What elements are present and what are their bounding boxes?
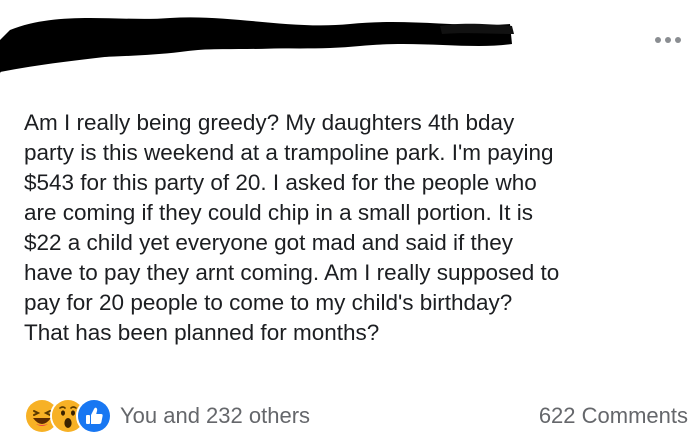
more-options-button[interactable] — [648, 28, 688, 52]
post-text-line: pay for 20 people to come to my child's … — [24, 290, 513, 315]
redacted-author-name — [0, 17, 514, 74]
post-text-line: $22 a child yet everyone got mad and sai… — [24, 230, 514, 255]
reactions-count-text: You and 232 others — [120, 403, 311, 428]
post-footer: You and 232 others 622 Comments — [0, 398, 700, 438]
comments-count-link[interactable]: 622 Comments — [539, 398, 688, 434]
more-horizontal-icon — [655, 37, 681, 43]
post-text-line: Am I really being greedy? My daughters 4… — [24, 110, 515, 135]
post-text-line: have to pay they arnt coming. Am I reall… — [24, 260, 560, 285]
like-reaction-icon — [76, 398, 112, 434]
post-header — [0, 0, 700, 90]
post-body: Am I really being greedy? My daughters 4… — [24, 108, 684, 348]
reactions-summary[interactable]: You and 232 others — [24, 398, 310, 434]
post-text-line: party is this weekend at a trampoline pa… — [24, 140, 554, 165]
facebook-post: Am I really being greedy? My daughters 4… — [0, 0, 700, 443]
post-text-line: That has been planned for months? — [24, 320, 380, 345]
post-text-line: are coming if they could chip in a small… — [24, 200, 533, 225]
post-text-line: $543 for this party of 20. I asked for t… — [24, 170, 537, 195]
